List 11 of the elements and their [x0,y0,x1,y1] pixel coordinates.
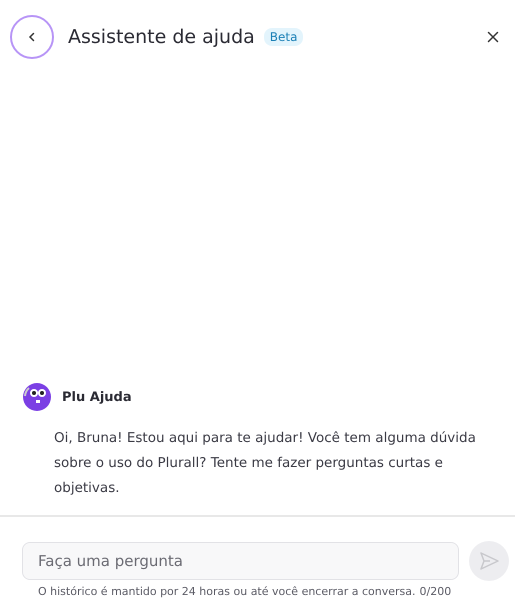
close-icon [487,31,499,43]
send-icon [478,550,500,572]
history-hint: O histórico é mantido por 24 horas ou até você encerrar a conversa. [38,585,416,598]
message-text: Oi, Bruna! Estou aqui para te ajudar! Você tem alguma dúvida sobre o uso do Plurall? Tente me fazer perguntas curtas e objetivas. [54,429,477,498]
sender-name: Plu Ajuda [62,390,132,404]
window-title: Assistente de ajuda [68,26,255,48]
question-field[interactable]: Faça uma pergunta [22,542,459,580]
beta-badge: Beta [264,28,304,46]
back-button[interactable] [10,15,54,59]
bot-avatar-icon [22,382,52,412]
character-counter: 0/200 [420,585,452,598]
